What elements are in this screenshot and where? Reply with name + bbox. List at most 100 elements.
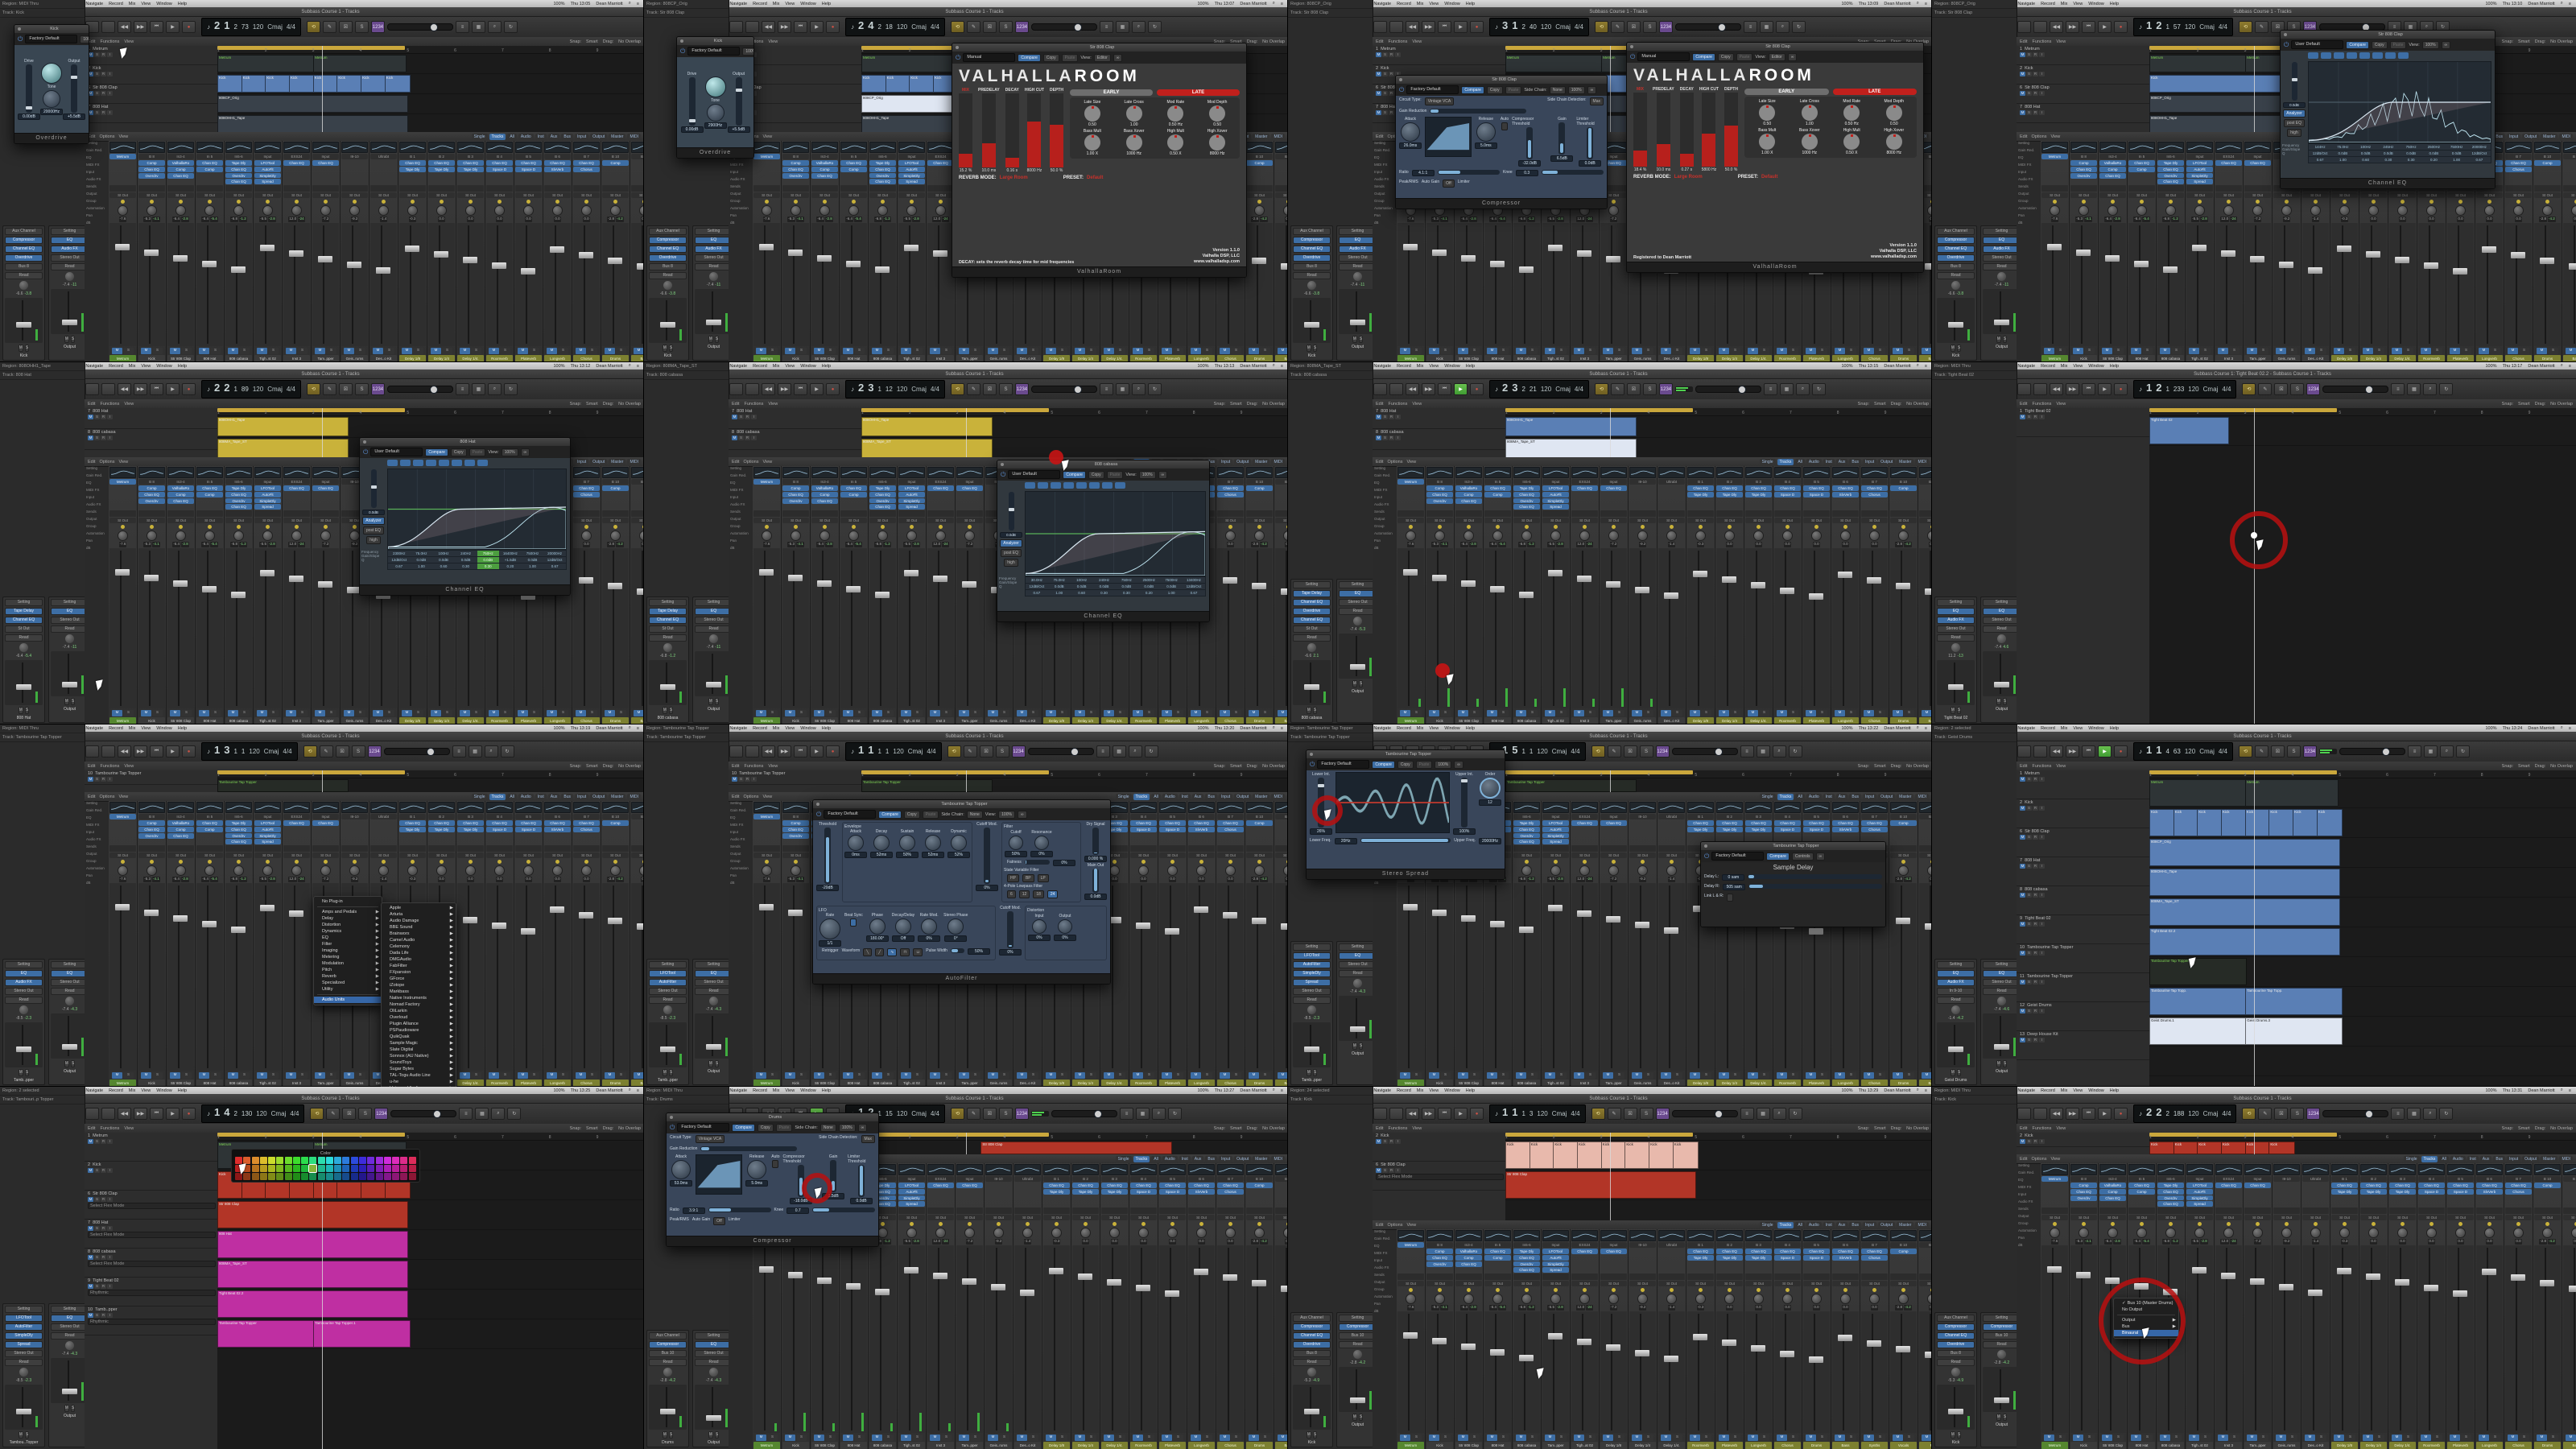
strip-sends-area[interactable] xyxy=(312,185,339,192)
strip-fader[interactable] xyxy=(225,223,252,346)
strip-output-slot[interactable]: St Out xyxy=(1293,625,1331,633)
strip-plugin-slot[interactable]: EQ xyxy=(1983,237,2021,244)
strip-fader[interactable] xyxy=(2563,223,2576,346)
valhalla-knob[interactable]: Late Cross1.00 xyxy=(1790,99,1831,126)
mute-button[interactable]: M xyxy=(2450,348,2460,354)
strip-fader[interactable] xyxy=(1513,223,1540,346)
strip-fader[interactable] xyxy=(370,223,397,346)
strip-fx-slot[interactable]: Chan EQ xyxy=(428,160,455,166)
mute-button[interactable]: M xyxy=(170,1072,180,1079)
strip-output-slot[interactable]: St Out xyxy=(2302,192,2329,198)
eq-q-value[interactable]: 0.60 xyxy=(1071,590,1093,596)
track-input-button[interactable]: I xyxy=(107,777,113,782)
solo-button[interactable]: S xyxy=(181,710,192,716)
lcd-beat-value[interactable]: 3 xyxy=(1512,382,1517,394)
mixer-channel-strip[interactable]: MetrumSt Out-7.6MSMetrum xyxy=(109,801,138,1087)
eq-frequency-value[interactable]: 2300Hz xyxy=(388,551,411,556)
mute-button[interactable]: M xyxy=(756,348,766,354)
mixer-channel-strip[interactable]: B 7Chan EQChorusSt Out0.0MSChorus xyxy=(572,466,601,724)
solo-button[interactable]: S xyxy=(1701,348,1711,354)
strip-plugin-slot[interactable]: EQ xyxy=(51,970,89,977)
strip-fx-slot[interactable]: Comp xyxy=(811,167,838,172)
mute-button[interactable]: M xyxy=(1806,710,1816,716)
solo-button[interactable]: S xyxy=(1875,348,1885,354)
rewind-button[interactable]: ◀◀ xyxy=(118,745,131,758)
master-gain-slider[interactable] xyxy=(1009,492,1014,530)
record-button[interactable]: ● xyxy=(182,745,196,758)
strip-input-slot[interactable]: B 10 xyxy=(1246,154,1273,159)
strip-fx-slot[interactable]: AutoFlt xyxy=(898,492,925,497)
eq-q-value[interactable]: 1.00 xyxy=(411,564,433,569)
strip-pan-knob[interactable] xyxy=(118,530,128,541)
strip-fx-slot[interactable]: Tape Dly xyxy=(1716,492,1743,497)
strip-eq-thumbnail[interactable] xyxy=(167,802,194,813)
strip-output-slot[interactable]: St Out xyxy=(341,192,368,198)
lcd-bar-value[interactable]: 3 xyxy=(1502,19,1508,31)
strip-output-slot[interactable]: St Out xyxy=(1397,518,1424,523)
mute-button[interactable]: M xyxy=(1278,348,1288,354)
strip-output-slot[interactable]: St Out xyxy=(225,518,252,523)
mute-button[interactable]: M xyxy=(1893,710,1903,716)
eq-q-value[interactable]: 0.67 xyxy=(543,564,566,569)
count-in-button[interactable]: 1234 xyxy=(1015,383,1029,395)
mixer-filter-chip[interactable]: Aux xyxy=(548,134,560,140)
track-header[interactable]: 2KickMSRI xyxy=(2017,65,2149,85)
strip-automation-mode[interactable]: Read xyxy=(1983,625,2021,633)
drag-value[interactable]: No Overlap xyxy=(1262,402,1285,407)
mixer-channel-strip[interactable]: MetrumSt Out-7.6MSMetrum xyxy=(1397,466,1426,724)
mute-button[interactable]: M xyxy=(708,336,713,343)
strip-setting-button[interactable]: Setting xyxy=(1339,581,1377,588)
mixer-channel-strip[interactable]: B 10CompSt Out-2.8-4.2MSDrums xyxy=(601,466,630,724)
solo-button[interactable]: S xyxy=(239,348,250,354)
eq-frequency-value[interactable]: 16400Hz xyxy=(499,551,522,556)
count-in-button[interactable]: 1234 xyxy=(2306,383,2320,395)
spotlight-search-icon[interactable]: ⌕ xyxy=(629,725,631,731)
mute-button[interactable]: M xyxy=(988,348,998,354)
strip-eq-thumbnail[interactable] xyxy=(1513,467,1540,478)
view-grid-button[interactable]: ▦ xyxy=(2407,383,2421,395)
strip-sends-area[interactable] xyxy=(782,185,809,192)
punch-button[interactable]: ☒ xyxy=(983,383,997,395)
strip-pan-knob[interactable] xyxy=(663,281,672,290)
strip-output-slot[interactable]: St Out xyxy=(573,518,600,523)
mixer-menu-item[interactable]: Options xyxy=(99,795,114,799)
strip-fx-slot[interactable]: Comp xyxy=(196,827,223,832)
strip-pan-knob[interactable] xyxy=(204,530,215,541)
mixer-menu-item[interactable]: Edit xyxy=(732,460,739,464)
mute-button[interactable]: M xyxy=(373,710,383,716)
solo-button[interactable]: S xyxy=(970,348,980,354)
spotlight-search-icon[interactable]: ⌕ xyxy=(1917,363,1919,369)
rewind-button[interactable]: ◀◀ xyxy=(2050,21,2063,33)
strip-sends-area[interactable] xyxy=(956,510,983,517)
strip-plugin-slot[interactable]: EQ xyxy=(51,608,89,615)
eq-q-value[interactable]: 0.67 xyxy=(2309,157,2331,163)
mixer-filter-chip[interactable]: Input xyxy=(575,794,588,800)
strip-fx-slot[interactable]: LFOTool xyxy=(898,485,925,491)
strip-output-slot[interactable]: St Out xyxy=(2418,192,2445,198)
strip-pan-knob[interactable] xyxy=(2281,205,2292,216)
strip-pan-knob[interactable] xyxy=(819,530,830,541)
view-list-button[interactable]: ≡ xyxy=(452,745,466,758)
solo-button[interactable]: S xyxy=(2287,348,2297,354)
output-slider[interactable]: Output+5.5dB xyxy=(728,72,750,133)
solo-button[interactable]: S xyxy=(181,348,192,354)
strip-fader[interactable] xyxy=(869,223,896,346)
solo-button[interactable]: S xyxy=(210,710,221,716)
mute-button[interactable]: M xyxy=(1220,710,1230,716)
strip-setting-button[interactable]: Setting xyxy=(1937,599,1975,606)
strip-fader[interactable] xyxy=(927,548,954,708)
mute-button[interactable]: M xyxy=(708,698,713,705)
eq-frequency-value[interactable]: 144Hz xyxy=(2309,144,2331,150)
strip-output-slot[interactable]: St Out xyxy=(1919,518,1932,523)
strip-setting-button[interactable]: Setting xyxy=(51,599,89,606)
post-eq-button[interactable]: post EQ xyxy=(1001,549,1022,557)
arrange-menu-item[interactable]: View xyxy=(124,402,134,407)
strip-fx-slot[interactable]: Spread xyxy=(898,179,925,184)
strip-fx-slot[interactable]: Chan EQ xyxy=(138,167,165,172)
strip-fx-slot[interactable]: SimpleDly xyxy=(2186,173,2213,179)
mixer-menu-item[interactable]: Edit xyxy=(88,460,95,464)
menubar-user[interactable]: Dean Marriott xyxy=(1240,2,1266,6)
plugin-close-icon[interactable] xyxy=(1001,463,1004,466)
lcd-bar-value[interactable]: 1 xyxy=(214,744,220,756)
plugin-preset-field[interactable]: Factory Default xyxy=(687,47,740,56)
